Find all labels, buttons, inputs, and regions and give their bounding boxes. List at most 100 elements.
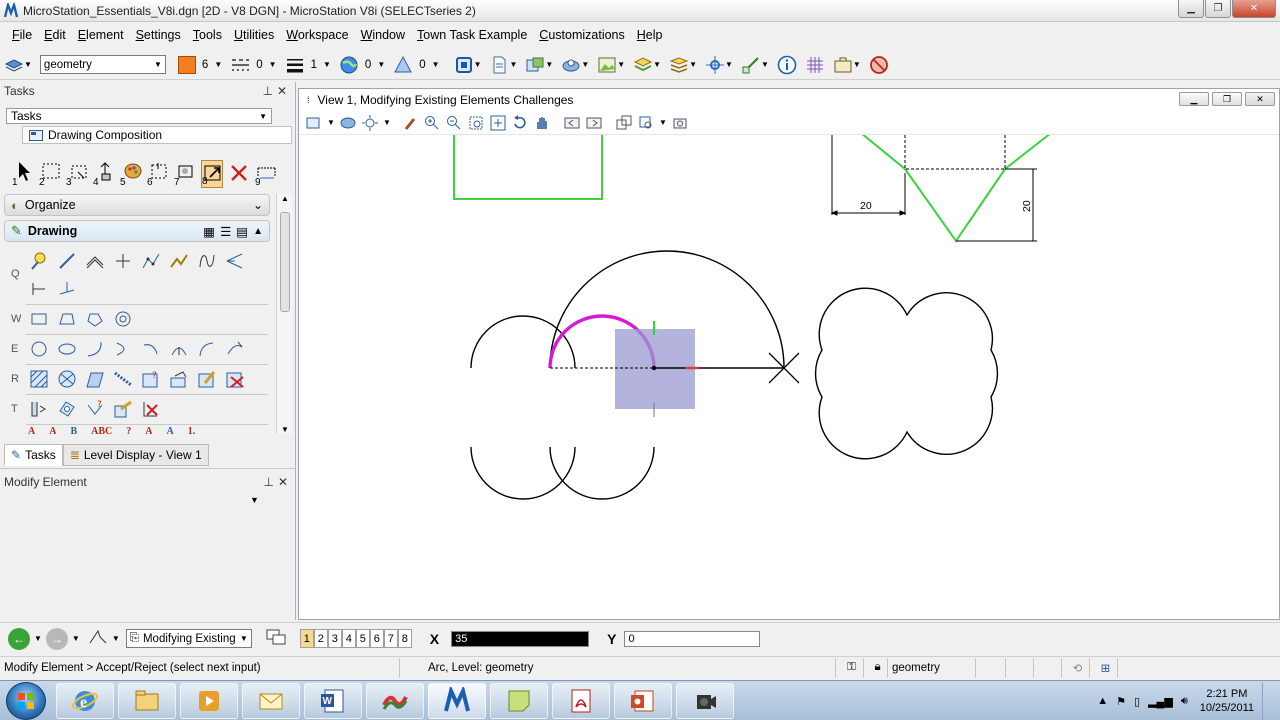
place-shape-tool[interactable] xyxy=(56,308,78,330)
view-close-button[interactable]: ✕ xyxy=(1245,92,1275,106)
chevron-down-icon[interactable]: ▼ xyxy=(659,114,667,132)
place-block-tool[interactable] xyxy=(28,308,50,330)
menu-element[interactable]: Element xyxy=(72,28,130,42)
cancel-tool-button[interactable] xyxy=(869,55,889,75)
tasks-scrollbar[interactable]: ▲ ▼ xyxy=(276,194,292,434)
view-previous-button[interactable] xyxy=(563,114,581,132)
scroll-down-icon[interactable]: ▼ xyxy=(281,425,289,434)
green-rectangle[interactable] xyxy=(453,135,603,200)
tool-icon[interactable] xyxy=(88,628,108,649)
close-icon[interactable]: ✕ xyxy=(278,475,292,489)
view-attributes-button[interactable] xyxy=(305,114,323,132)
design-history-icon[interactable]: ⟲ xyxy=(1062,657,1090,678)
active-weight-control[interactable]: 1 ▼ xyxy=(285,55,331,75)
place-half-ellipse-tool[interactable] xyxy=(112,338,134,360)
view-7-button[interactable]: 7 xyxy=(383,629,398,648)
modify-arc-radius-tool[interactable] xyxy=(168,338,190,360)
pin-icon[interactable]: ⊥ xyxy=(263,475,277,489)
active-level-combo[interactable]: geometry ▼ xyxy=(39,55,166,74)
taskbar-explorer[interactable] xyxy=(118,682,176,719)
taskbar-internet-explorer[interactable]: e xyxy=(56,682,114,719)
menu-window[interactable]: Window xyxy=(355,28,411,42)
minimize-button[interactable]: ▁ xyxy=(1178,0,1204,18)
view-4-button[interactable]: 4 xyxy=(341,629,356,648)
place-ellipse-tool[interactable] xyxy=(56,338,78,360)
taskbar-microstation[interactable] xyxy=(428,682,486,719)
pin-icon[interactable]: ⊥ xyxy=(262,84,276,98)
change-attributes-tool[interactable]: 5 xyxy=(120,160,142,188)
place-fence-tool[interactable]: 3 xyxy=(66,160,88,188)
increment-text-tool[interactable]: 1. xyxy=(188,426,196,437)
list-view-icon[interactable]: ☰ xyxy=(220,224,231,239)
view-5-button[interactable]: 5 xyxy=(355,629,370,648)
place-regular-polygon-tool[interactable] xyxy=(112,308,134,330)
modify-element-tool-active[interactable]: 8 xyxy=(201,160,223,188)
tool-7[interactable]: 7 xyxy=(174,160,196,188)
taskbar-word[interactable]: W xyxy=(304,682,362,719)
task-drawing-composition[interactable]: Drawing Composition xyxy=(22,126,292,144)
menu-help[interactable]: Help xyxy=(631,28,669,42)
chevron-down-icon[interactable]: ▼ xyxy=(34,634,42,643)
center-lower-arc[interactable] xyxy=(549,446,655,500)
raster-tools-button[interactable]: ▼ xyxy=(597,55,625,75)
taskbar-acrobat[interactable] xyxy=(552,682,610,719)
change-pattern-tool[interactable] xyxy=(196,368,218,390)
place-arc-tool[interactable] xyxy=(84,338,106,360)
y-coordinate-field[interactable]: 0 xyxy=(624,630,761,647)
menu-edit[interactable]: Edit xyxy=(38,28,72,42)
place-quarter-ellipse-tool[interactable] xyxy=(140,338,162,360)
action-center-flag-icon[interactable]: ⚑ xyxy=(1116,695,1126,708)
menu-settings[interactable]: Settings xyxy=(130,28,187,42)
view-groups-button[interactable] xyxy=(266,628,286,649)
task-selector[interactable]: Tasks ▼ xyxy=(6,108,272,124)
delete-pattern-tool[interactable] xyxy=(224,368,246,390)
place-text-tool[interactable]: A xyxy=(28,426,35,437)
freehand-tool[interactable] xyxy=(168,250,190,272)
drop-complex-tool[interactable] xyxy=(140,398,162,420)
create-region-tool[interactable] xyxy=(28,398,50,420)
analyze-tool[interactable]: ? xyxy=(84,398,106,420)
bspline-tool[interactable] xyxy=(224,250,246,272)
place-stream-tool[interactable] xyxy=(140,250,162,272)
network-signal-icon[interactable]: ▂▄▆ xyxy=(1148,695,1173,708)
hatch-area-tool[interactable] xyxy=(28,368,50,390)
delete-tool[interactable] xyxy=(228,160,250,188)
taskbar-media-player[interactable] xyxy=(180,682,238,719)
copy-view-button[interactable] xyxy=(615,114,633,132)
taskbar-notes[interactable] xyxy=(490,682,548,719)
place-line-tool[interactable] xyxy=(56,250,78,272)
start-button[interactable] xyxy=(6,681,46,720)
taskbar-app-colorful[interactable] xyxy=(366,682,424,719)
task-navigation-combo[interactable]: ⎘ Modifying Existing ▼ xyxy=(125,629,252,648)
update-view-button[interactable] xyxy=(401,114,419,132)
menu-utilities[interactable]: Utilities xyxy=(228,28,280,42)
match-pattern-attributes-tool[interactable] xyxy=(168,368,190,390)
menu-customizations[interactable]: Customizations xyxy=(533,28,630,42)
grid-toggle-button[interactable] xyxy=(805,55,825,75)
match-text-tool[interactable]: A xyxy=(145,426,152,437)
menu-town-task-example[interactable]: Town Task Example xyxy=(411,28,533,42)
level-display-button[interactable]: ▼ xyxy=(669,55,697,75)
tab-tasks[interactable]: ✎ Tasks xyxy=(4,444,63,466)
device-icon[interactable]: ▯ xyxy=(1134,695,1140,708)
view-next-button[interactable] xyxy=(585,114,603,132)
modify-arc-angle-tool[interactable] xyxy=(196,338,218,360)
lock-toggle-icon[interactable]: ⚿ xyxy=(836,657,864,678)
crosshatch-area-tool[interactable] xyxy=(56,368,78,390)
x-coordinate-field[interactable]: 35 xyxy=(451,630,590,647)
chevron-up-icon[interactable]: ▲ xyxy=(253,226,263,237)
padlock-icon[interactable]: 🔒︎ xyxy=(864,657,888,678)
zoom-out-button[interactable] xyxy=(445,114,463,132)
fence-tool[interactable]: 2 xyxy=(39,160,61,188)
forward-arrow-icon[interactable]: → xyxy=(45,627,68,650)
create-complex-tool[interactable] xyxy=(112,398,134,420)
active-priority-control[interactable]: 0 ▼ xyxy=(393,55,440,75)
view-8-button[interactable]: 8 xyxy=(397,629,412,648)
display-style-button[interactable] xyxy=(339,114,357,132)
change-text-tool[interactable]: A xyxy=(167,426,174,437)
spell-check-tool[interactable]: ABC xyxy=(91,426,112,437)
organize-section-header[interactable]: ◐ Organize ⌄ xyxy=(4,194,270,216)
tool-9[interactable]: 9 xyxy=(255,160,277,188)
active-transparency-control[interactable]: 0 ▼ xyxy=(339,55,385,75)
drawing-section-header[interactable]: ✎ Drawing ▦ ☰ ▤ ▲ xyxy=(4,220,270,242)
